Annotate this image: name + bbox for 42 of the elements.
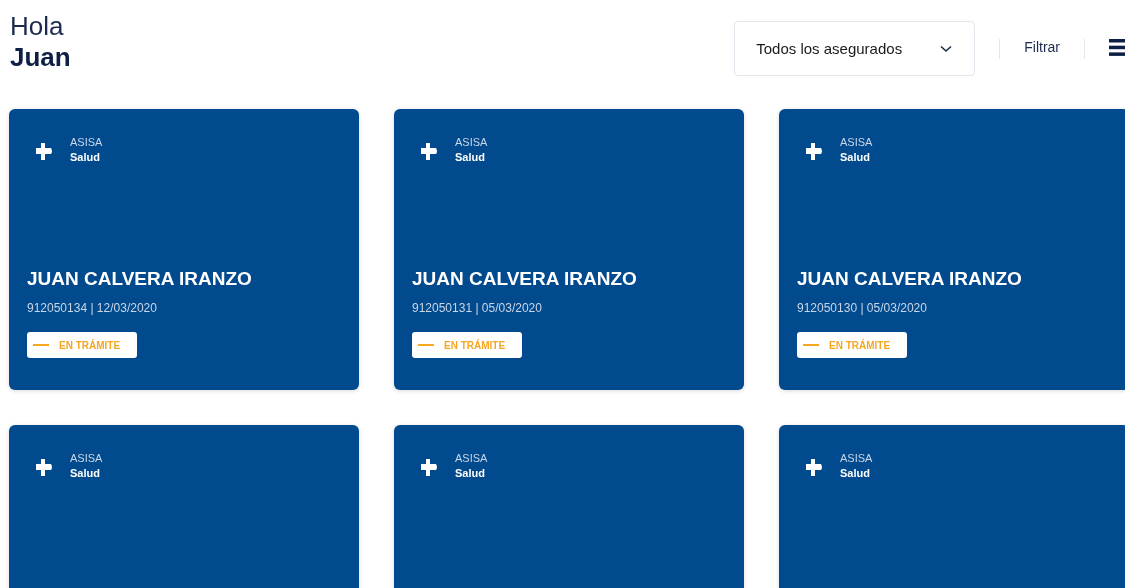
greeting-text: Hola [10,10,65,42]
brand-text: ASISA [840,135,873,150]
status-text: EN TRÁMITE [59,339,121,351]
chevron-down-icon [940,44,953,53]
cross-icon [805,458,823,477]
cross-icon [35,142,53,161]
status-text: EN TRÁMITE [444,339,506,351]
holder-name: JUAN CALVERA IRANZO [27,268,252,290]
brand-text: ASISA [455,135,488,150]
holder-name: JUAN CALVERA IRANZO [797,268,1022,290]
brand-text: ASISA [455,451,488,466]
insured-dropdown[interactable]: Todos los asegurados [734,21,976,76]
product-text: Salud [455,150,485,165]
brand-text: ASISA [840,451,873,466]
dash-icon [33,344,49,346]
dash-icon [803,344,819,346]
dash-icon [418,344,434,346]
cross-icon [805,142,823,161]
product-text: Salud [840,466,870,481]
user-name: Juan [10,42,71,72]
policy-card[interactable]: ASISA Salud [9,425,359,588]
policy-card[interactable]: ASISA Salud [394,425,744,588]
product-text: Salud [70,150,100,165]
product-text: Salud [455,466,485,481]
policy-card[interactable]: ASISA Salud JUAN CALVERA IRANZO 912050131 | 05/03/2020 EN TRÁMITE [394,109,744,390]
menu-icon[interactable] [1109,39,1125,56]
product-text: Salud [840,150,870,165]
filter-button[interactable]: Filtrar [1024,38,1060,55]
policy-reference: 912050134 | 12/03/2020 [27,301,157,315]
cross-icon [35,458,53,477]
cross-icon [420,142,438,161]
holder-name: JUAN CALVERA IRANZO [412,268,637,290]
brand-text: ASISA [70,135,103,150]
status-text: EN TRÁMITE [829,339,891,351]
product-text: Salud [70,466,100,481]
cross-icon [420,458,438,477]
policy-card[interactable]: ASISA Salud [779,425,1125,588]
policy-reference: 912050131 | 05/03/2020 [412,301,542,315]
policy-card[interactable]: ASISA Salud JUAN CALVERA IRANZO 912050134 | 12/03/2020 EN TRÁMITE [9,109,359,390]
policy-card[interactable]: ASISA Salud JUAN CALVERA IRANZO 912050130 | 05/03/2020 EN TRÁMITE [779,109,1125,390]
brand-text: ASISA [70,451,103,466]
policy-reference: 912050130 | 05/03/2020 [797,301,927,315]
